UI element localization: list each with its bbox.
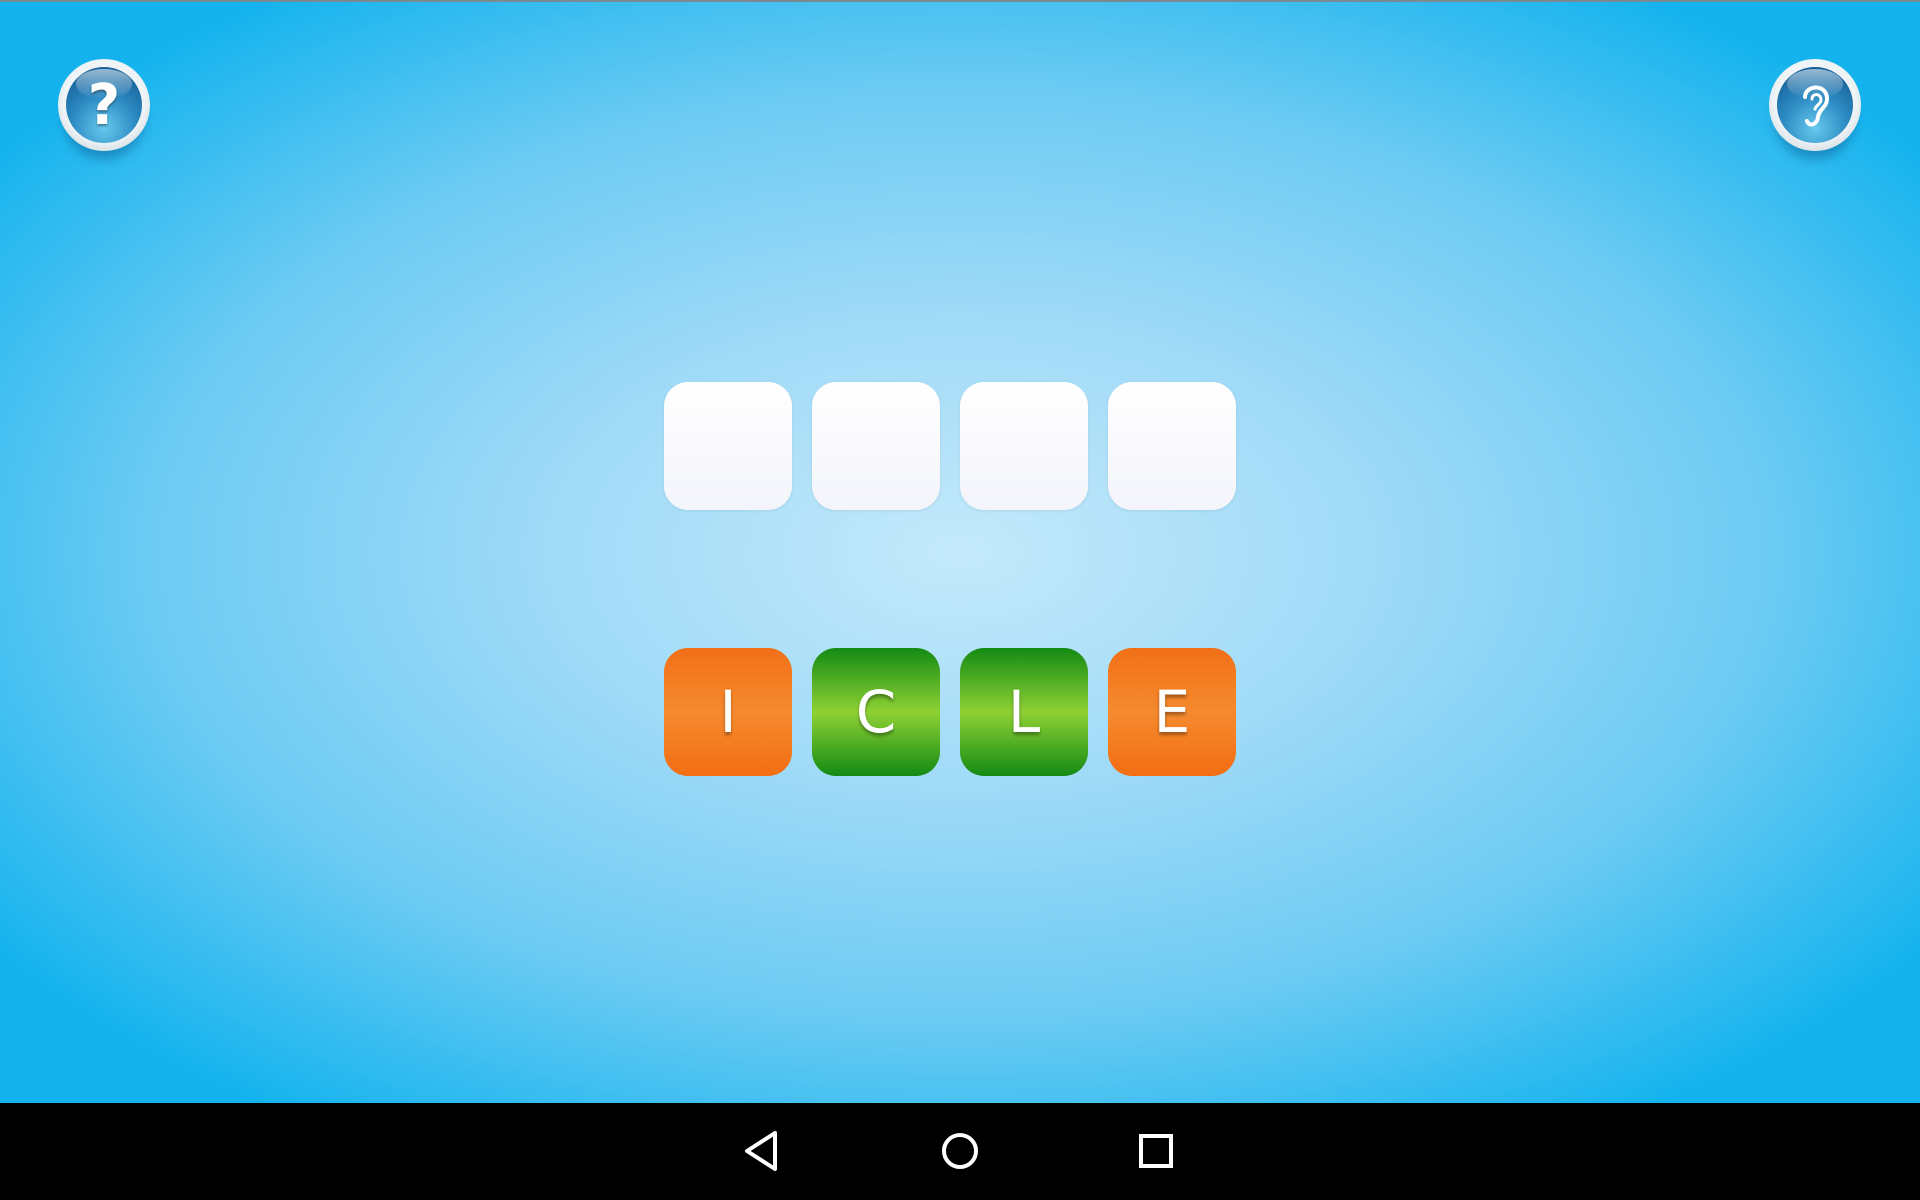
answer-slot-4[interactable] <box>1108 382 1236 510</box>
screen: ? I C L E <box>0 0 1920 1200</box>
letter-tile-l[interactable]: L <box>960 648 1088 776</box>
nav-back-button[interactable] <box>735 1123 791 1179</box>
listen-button[interactable] <box>1769 59 1861 151</box>
ear-icon <box>1803 85 1830 127</box>
question-mark-icon: ? <box>87 72 121 138</box>
letter-tile-e[interactable]: E <box>1108 648 1236 776</box>
answer-slot-1[interactable] <box>664 382 792 510</box>
back-triangle-icon <box>745 1131 777 1171</box>
recents-square-icon <box>1139 1134 1173 1168</box>
game-area: ? I C L E <box>0 0 1920 1103</box>
help-button[interactable]: ? <box>58 59 150 151</box>
android-nav-bar <box>0 1103 1920 1200</box>
letter-tile-i[interactable]: I <box>664 648 792 776</box>
letter-tile-c[interactable]: C <box>812 648 940 776</box>
nav-home-button[interactable] <box>932 1123 988 1179</box>
home-circle-icon <box>942 1133 978 1169</box>
nav-recents-button[interactable] <box>1128 1123 1184 1179</box>
answer-slot-2[interactable] <box>812 382 940 510</box>
answer-slot-3[interactable] <box>960 382 1088 510</box>
